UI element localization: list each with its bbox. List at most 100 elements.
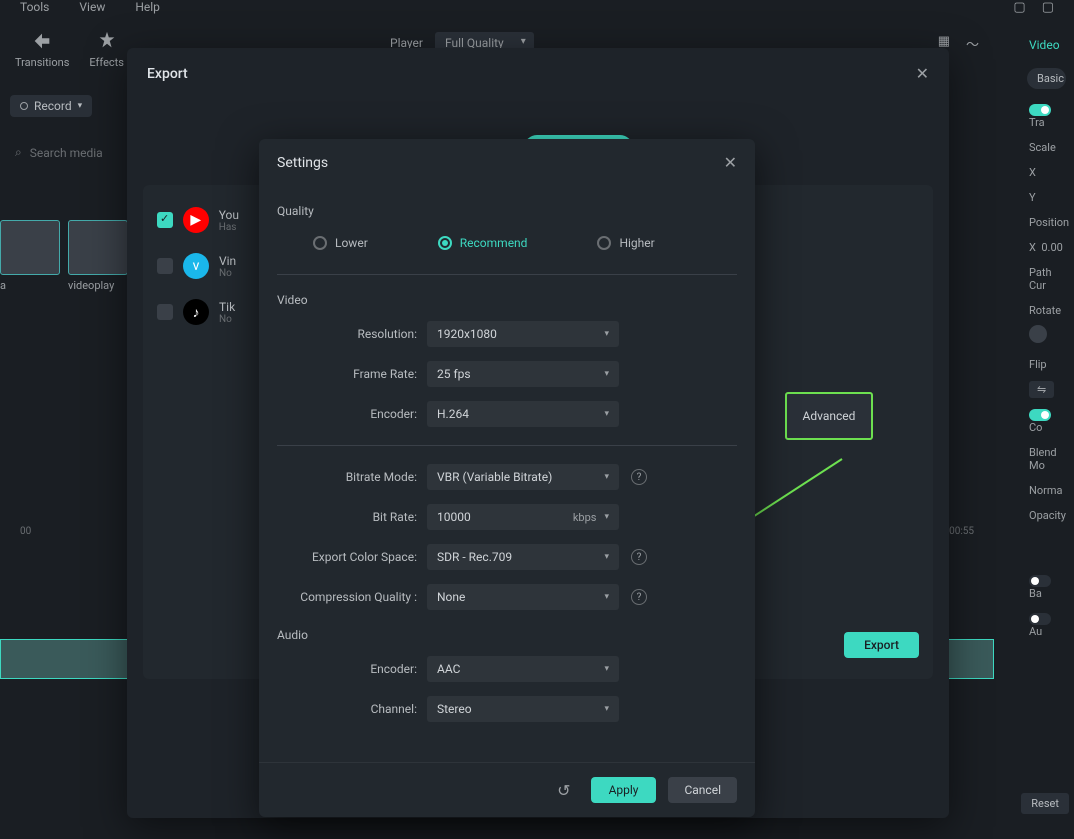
quality-higher[interactable]: Higher [597,236,654,250]
toggle-background[interactable] [1029,575,1051,587]
chart-icon[interactable]: 〜 [966,34,979,53]
record-icon [20,102,28,110]
apply-button[interactable]: Apply [591,777,657,803]
tab-transitions[interactable]: Transitions [15,30,69,69]
field-compression: Compression Quality : None ▾ ? [277,584,737,610]
audio-encoder-dropdown[interactable]: AAC ▾ [427,656,619,682]
settings-header: Settings ✕ [259,139,755,186]
cancel-button[interactable]: Cancel [668,777,737,803]
platform-tiktok[interactable]: ♪ Tik No [143,289,253,335]
advanced-button[interactable]: Advanced [785,392,873,440]
help-icon[interactable]: ? [631,549,647,565]
framerate-dropdown[interactable]: 25 fps ▾ [427,361,619,387]
platform-sub: No [219,314,235,325]
field-value: None [437,590,465,604]
field-bitrate-mode: Bitrate Mode: VBR (Variable Bitrate) ▾ ? [277,464,737,490]
export-header: Export ✕ [127,48,949,99]
field-value: H.264 [437,407,469,421]
radio-label: Higher [619,236,654,250]
field-label: Encoder: [277,407,427,421]
toggle-auto[interactable] [1029,613,1051,625]
chevron-down-icon: ▾ [604,664,609,674]
platform-name: Tik [219,300,235,314]
field-value: AAC [437,662,460,676]
checkbox-icon[interactable] [157,212,173,228]
media-thumb[interactable]: a [0,220,60,292]
properties-panel: Video Basic Tra Scale X Y Position X 0.0… [1019,30,1074,644]
audio-section-label: Audio [277,628,737,642]
prop-background: Ba [1019,568,1074,606]
field-value: SDR - Rec.709 [437,550,512,564]
chevron-down-icon: ▾ [604,369,609,379]
prop-opacity-label: Opacity [1019,503,1074,528]
youtube-icon: ▶ [183,207,209,233]
tab-effects[interactable]: Effects [89,30,124,69]
reset-icon[interactable]: ↺ [557,781,570,800]
field-label: Encoder: [277,662,427,676]
prop-path-curve: Path Cur [1019,260,1074,298]
resolution-dropdown[interactable]: 1920x1080 ▾ [427,321,619,347]
flip-buttons[interactable]: ⇋ [1019,377,1074,402]
window-icon[interactable]: ▢ [1042,0,1054,15]
chevron-down-icon: ▾ [604,409,609,419]
settings-close-button[interactable]: ✕ [724,153,737,172]
chevron-down-icon: ▾ [604,704,609,714]
reset-button[interactable]: Reset [1021,793,1069,814]
effects-icon [96,30,118,52]
bitrate-mode-dropdown[interactable]: VBR (Variable Bitrate) ▾ [427,464,619,490]
quality-lower[interactable]: Lower [313,236,368,250]
tiktok-icon: ♪ [183,299,209,325]
export-title: Export [147,66,188,82]
quality-recommend[interactable]: Recommend [438,236,528,250]
radio-label: Recommend [460,236,528,250]
record-button[interactable]: Record ▾ [10,95,92,117]
platform-vimeo[interactable]: v Vin No [143,243,253,289]
prop-blend-value[interactable]: Norma [1019,478,1074,503]
encoder-dropdown[interactable]: H.264 ▾ [427,401,619,427]
rotate-knob[interactable] [1019,323,1074,352]
toggle-compositing[interactable] [1029,409,1051,421]
field-color-space: Export Color Space: SDR - Rec.709 ▾ ? [277,544,737,570]
video-tab[interactable]: Video [1019,30,1074,60]
radio-label: Lower [335,236,368,250]
field-frame-rate: Frame Rate: 25 fps ▾ [277,361,737,387]
platform-name: Vin [219,254,236,268]
media-thumbnails: a videoplay [0,220,128,292]
vimeo-icon: v [183,253,209,279]
channel-dropdown[interactable]: Stereo ▾ [427,696,619,722]
help-icon[interactable]: ? [631,589,647,605]
field-units: kbps [573,511,597,524]
window-icon[interactable]: ▢ [1013,0,1025,15]
chevron-down-icon: ▾ [604,512,609,522]
platform-youtube[interactable]: ▶ You Has [143,197,253,243]
prop-scale-label: Scale [1019,135,1074,160]
quality-section-label: Quality [277,204,737,218]
checkbox-icon[interactable] [157,304,173,320]
prop-scale-y: Y [1019,185,1074,210]
field-channel: Channel: Stereo ▾ [277,696,737,722]
field-value: 1920x1080 [437,327,497,341]
help-icon[interactable]: ? [631,469,647,485]
prop-pos-x: X 0.00 [1019,235,1074,260]
media-thumb[interactable]: videoplay [68,220,128,292]
export-close-button[interactable]: ✕ [916,64,929,83]
time-mark: 00 [20,526,31,544]
tool-tabs: Transitions Effects [0,30,124,69]
search-media[interactable]: ⌕ Search media [15,145,103,160]
menu-help[interactable]: Help [135,0,160,20]
chevron-down-icon: ▾ [604,472,609,482]
checkbox-icon[interactable] [157,258,173,274]
toggle-transform[interactable] [1029,104,1051,116]
platform-name: You [219,208,239,222]
colorspace-dropdown[interactable]: SDR - Rec.709 ▾ [427,544,619,570]
platform-sub: Has [219,222,239,233]
basic-pill[interactable]: Basic [1027,68,1066,89]
menu-view[interactable]: View [79,0,105,20]
settings-footer: ↺ Apply Cancel [259,762,755,817]
compression-dropdown[interactable]: None ▾ [427,584,619,610]
field-bit-rate: Bit Rate: 10000 kbps ▾ [277,504,737,530]
settings-modal: Settings ✕ Quality Lower Recommend Highe… [259,139,755,817]
export-button[interactable]: Export [844,632,919,658]
bitrate-dropdown[interactable]: 10000 kbps ▾ [427,504,619,530]
menu-tools[interactable]: Tools [20,0,49,20]
